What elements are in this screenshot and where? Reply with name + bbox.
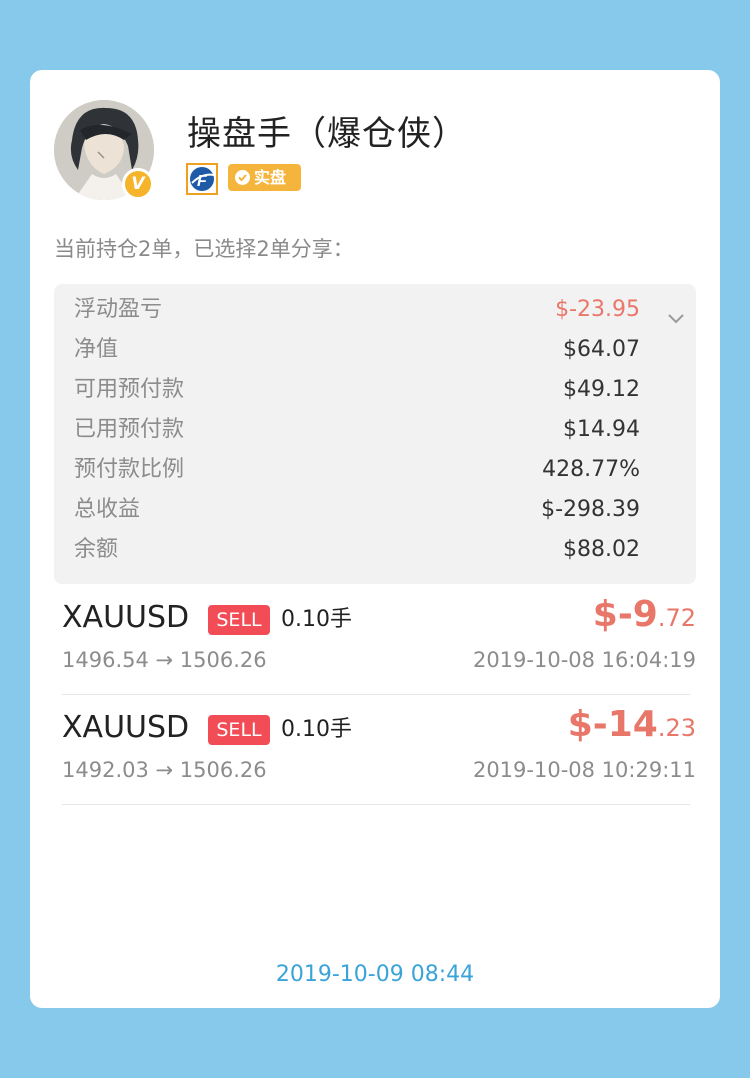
order-time: 2019-10-08 10:29:11: [472, 758, 696, 782]
order-pnl-decimals: .72: [657, 604, 696, 632]
order-time: 2019-10-08 16:04:19: [472, 648, 696, 672]
broker-logo-letter: F: [197, 173, 208, 190]
share-timestamp: 2019-10-09 08:44: [275, 962, 475, 987]
summary-label: 浮动盈亏: [74, 297, 163, 322]
summary-row-used-margin: 已用预付款 $14.94: [74, 414, 640, 446]
chevron-down-icon[interactable]: [666, 312, 686, 326]
summary-row-total-profit: 总收益 $-298.39: [74, 494, 640, 526]
order-prices: 1496.54 → 1506.26: [62, 648, 267, 672]
summary-value: $-23.95: [555, 297, 640, 322]
summary-value: $88.02: [563, 537, 640, 562]
share-card: V 操盘手（爆仓侠） F 实盘 当前持仓2单，已选择2单分享： 浮动盈亏 $-2…: [30, 70, 720, 1008]
real-account-label: 实盘: [254, 168, 287, 187]
summary-label: 余额: [74, 537, 119, 562]
summary-label: 可用预付款: [74, 377, 185, 402]
summary-value: $-298.39: [541, 497, 640, 522]
summary-value: $49.12: [563, 377, 640, 402]
summary-row-equity: 净值 $64.07: [74, 334, 640, 366]
order-lots: 0.10手: [281, 717, 352, 742]
summary-row-margin-ratio: 预付款比例 428.77%: [74, 454, 640, 486]
real-account-badge: 实盘: [228, 164, 301, 191]
order-item[interactable]: XAUUSD SELL 0.10手 $-14.23 1492.03 → 1506…: [62, 694, 696, 805]
summary-label: 总收益: [74, 497, 141, 522]
username: 操盘手（爆仓侠）: [187, 114, 467, 154]
order-symbol: XAUUSD: [62, 710, 190, 745]
summary-row-floating-pnl: 浮动盈亏 $-23.95: [74, 294, 640, 326]
holding-note: 当前持仓2单，已选择2单分享：: [54, 237, 354, 261]
summary-label: 已用预付款: [74, 417, 185, 442]
order-symbol: XAUUSD: [62, 600, 190, 635]
summary-row-free-margin: 可用预付款 $49.12: [74, 374, 640, 406]
order-pnl: $-9.72: [593, 594, 696, 635]
summary-value: $64.07: [563, 337, 640, 362]
order-item[interactable]: XAUUSD SELL 0.10手 $-9.72 1496.54 → 1506.…: [62, 584, 696, 695]
order-pnl-decimals: .23: [657, 714, 696, 742]
summary-row-balance: 余额 $88.02: [74, 534, 640, 566]
shield-check-icon: [235, 170, 250, 185]
order-pnl: $-14.23: [568, 704, 696, 745]
summary-value: $14.94: [563, 417, 640, 442]
verified-badge-icon: V: [122, 168, 154, 200]
order-side-badge: SELL: [208, 715, 270, 745]
summary-label: 预付款比例: [74, 457, 185, 482]
order-side-badge: SELL: [208, 605, 270, 635]
account-summary-panel: 浮动盈亏 $-23.95 净值 $64.07 可用预付款 $49.12 已用预付…: [54, 284, 696, 584]
order-lots: 0.10手: [281, 607, 352, 632]
summary-label: 净值: [74, 337, 119, 362]
summary-value: 428.77%: [542, 457, 640, 482]
order-pnl-integer: $-9: [592, 594, 658, 635]
order-prices: 1492.03 → 1506.26: [62, 758, 267, 782]
broker-logo-icon: F: [186, 163, 218, 195]
order-pnl-integer: $-14: [567, 704, 658, 745]
